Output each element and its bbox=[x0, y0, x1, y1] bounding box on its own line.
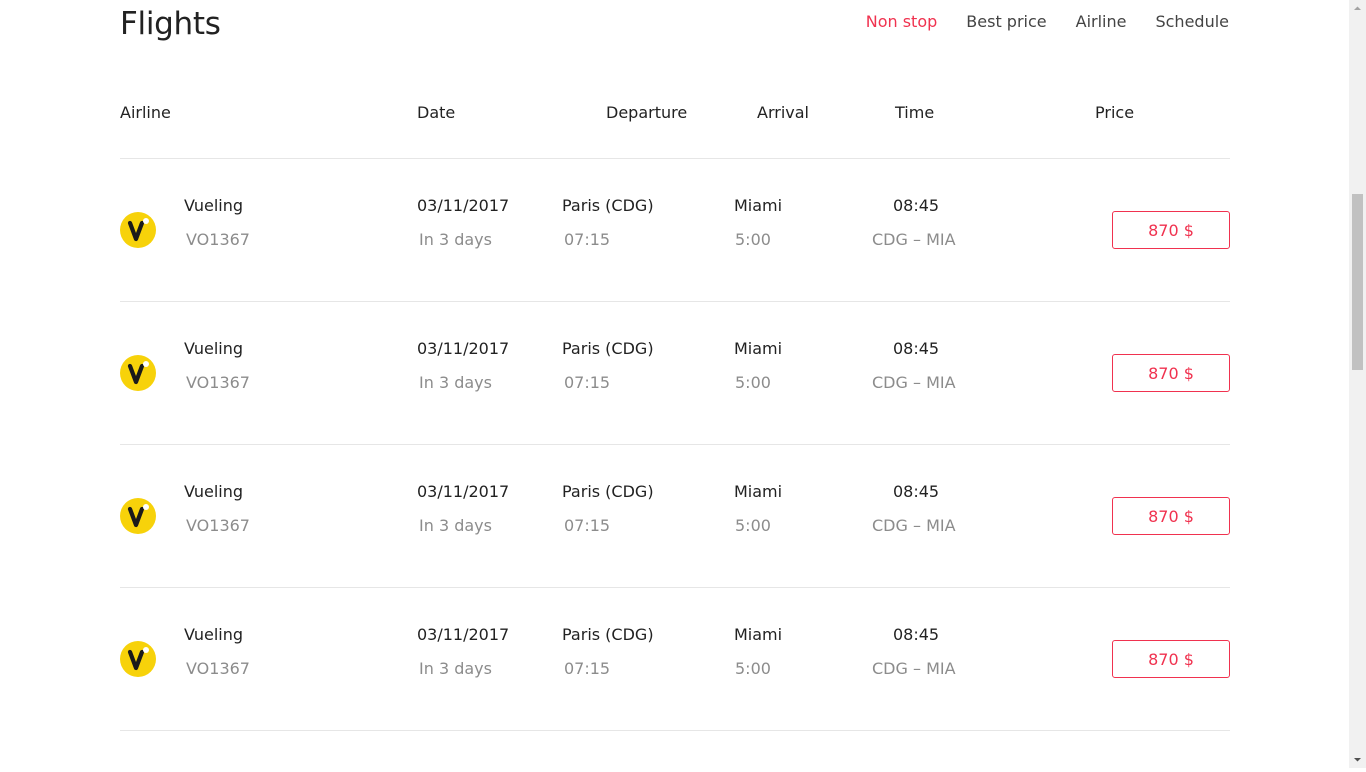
flight-duration: 5:00 bbox=[735, 373, 771, 392]
price-button[interactable]: 870 $ bbox=[1112, 354, 1230, 392]
header-time: Time bbox=[895, 103, 935, 122]
relative-date: In 3 days bbox=[419, 373, 492, 392]
price-button[interactable]: 870 $ bbox=[1112, 211, 1230, 249]
departure-time: 07:15 bbox=[564, 230, 611, 249]
route: CDG – MIA bbox=[872, 373, 956, 392]
scroll-down-arrow-icon[interactable] bbox=[1349, 751, 1366, 768]
airline-name: Vueling bbox=[184, 196, 244, 215]
header-arrival: Arrival bbox=[757, 103, 809, 122]
departure-city: Paris (CDG) bbox=[562, 482, 654, 501]
flight-row[interactable]: Vueling VO1367 03/11/2017 In 3 days Pari… bbox=[120, 302, 1230, 445]
header-departure: Departure bbox=[606, 103, 688, 122]
relative-date: In 3 days bbox=[419, 230, 492, 249]
departure-time: 07:15 bbox=[564, 516, 611, 535]
arrival-time: 08:45 bbox=[893, 339, 940, 358]
arrival-city: Miami bbox=[734, 196, 783, 215]
divider bbox=[120, 730, 1230, 731]
price-button[interactable]: 870 $ bbox=[1112, 640, 1230, 678]
arrival-city: Miami bbox=[734, 482, 783, 501]
flight-date: 03/11/2017 bbox=[417, 196, 510, 215]
vueling-logo-icon bbox=[120, 641, 156, 677]
departure-time: 07:15 bbox=[564, 373, 611, 392]
table-header: Airline Date Departure Arrival Time Pric… bbox=[120, 103, 1230, 125]
flight-code: VO1367 bbox=[186, 230, 250, 249]
price-button[interactable]: 870 $ bbox=[1112, 497, 1230, 535]
flight-row[interactable]: Vueling VO1367 03/11/2017 In 3 days Pari… bbox=[120, 588, 1230, 731]
header-price: Price bbox=[1095, 103, 1135, 122]
flight-date: 03/11/2017 bbox=[417, 625, 510, 644]
header-airline: Airline bbox=[120, 103, 171, 122]
arrival-city: Miami bbox=[734, 339, 783, 358]
departure-city: Paris (CDG) bbox=[562, 625, 654, 644]
route: CDG – MIA bbox=[872, 230, 956, 249]
arrival-time: 08:45 bbox=[893, 625, 940, 644]
vertical-scrollbar[interactable] bbox=[1349, 0, 1366, 768]
scroll-up-arrow-icon[interactable] bbox=[1349, 0, 1366, 17]
flights-page: Flights Non stop Best price Airline Sche… bbox=[0, 0, 1349, 768]
airline-name: Vueling bbox=[184, 482, 244, 501]
relative-date: In 3 days bbox=[419, 659, 492, 678]
header-date: Date bbox=[417, 103, 456, 122]
vueling-logo-icon bbox=[120, 212, 156, 248]
flight-duration: 5:00 bbox=[735, 659, 771, 678]
flight-code: VO1367 bbox=[186, 373, 250, 392]
scrollbar-thumb[interactable] bbox=[1352, 194, 1363, 370]
route: CDG – MIA bbox=[872, 516, 956, 535]
arrival-time: 08:45 bbox=[893, 482, 940, 501]
arrival-city: Miami bbox=[734, 625, 783, 644]
flight-duration: 5:00 bbox=[735, 516, 771, 535]
departure-city: Paris (CDG) bbox=[562, 196, 654, 215]
filter-bar: Non stop Best price Airline Schedule bbox=[866, 12, 1229, 31]
flight-code: VO1367 bbox=[186, 659, 250, 678]
departure-city: Paris (CDG) bbox=[562, 339, 654, 358]
airline-name: Vueling bbox=[184, 339, 244, 358]
flight-row[interactable]: Vueling VO1367 03/11/2017 In 3 days Pari… bbox=[120, 159, 1230, 302]
route: CDG – MIA bbox=[872, 659, 956, 678]
flight-duration: 5:00 bbox=[735, 230, 771, 249]
filter-best-price[interactable]: Best price bbox=[966, 12, 1046, 31]
filter-schedule[interactable]: Schedule bbox=[1155, 12, 1229, 31]
flight-row[interactable]: Vueling VO1367 03/11/2017 In 3 days Pari… bbox=[120, 445, 1230, 588]
vueling-logo-icon bbox=[120, 498, 156, 534]
filter-non-stop[interactable]: Non stop bbox=[866, 12, 938, 31]
filter-airline[interactable]: Airline bbox=[1076, 12, 1127, 31]
airline-name: Vueling bbox=[184, 625, 244, 644]
flight-date: 03/11/2017 bbox=[417, 339, 510, 358]
relative-date: In 3 days bbox=[419, 516, 492, 535]
arrival-time: 08:45 bbox=[893, 196, 940, 215]
flight-date: 03/11/2017 bbox=[417, 482, 510, 501]
departure-time: 07:15 bbox=[564, 659, 611, 678]
page-title: Flights bbox=[120, 6, 221, 42]
vueling-logo-icon bbox=[120, 355, 156, 391]
flight-code: VO1367 bbox=[186, 516, 250, 535]
